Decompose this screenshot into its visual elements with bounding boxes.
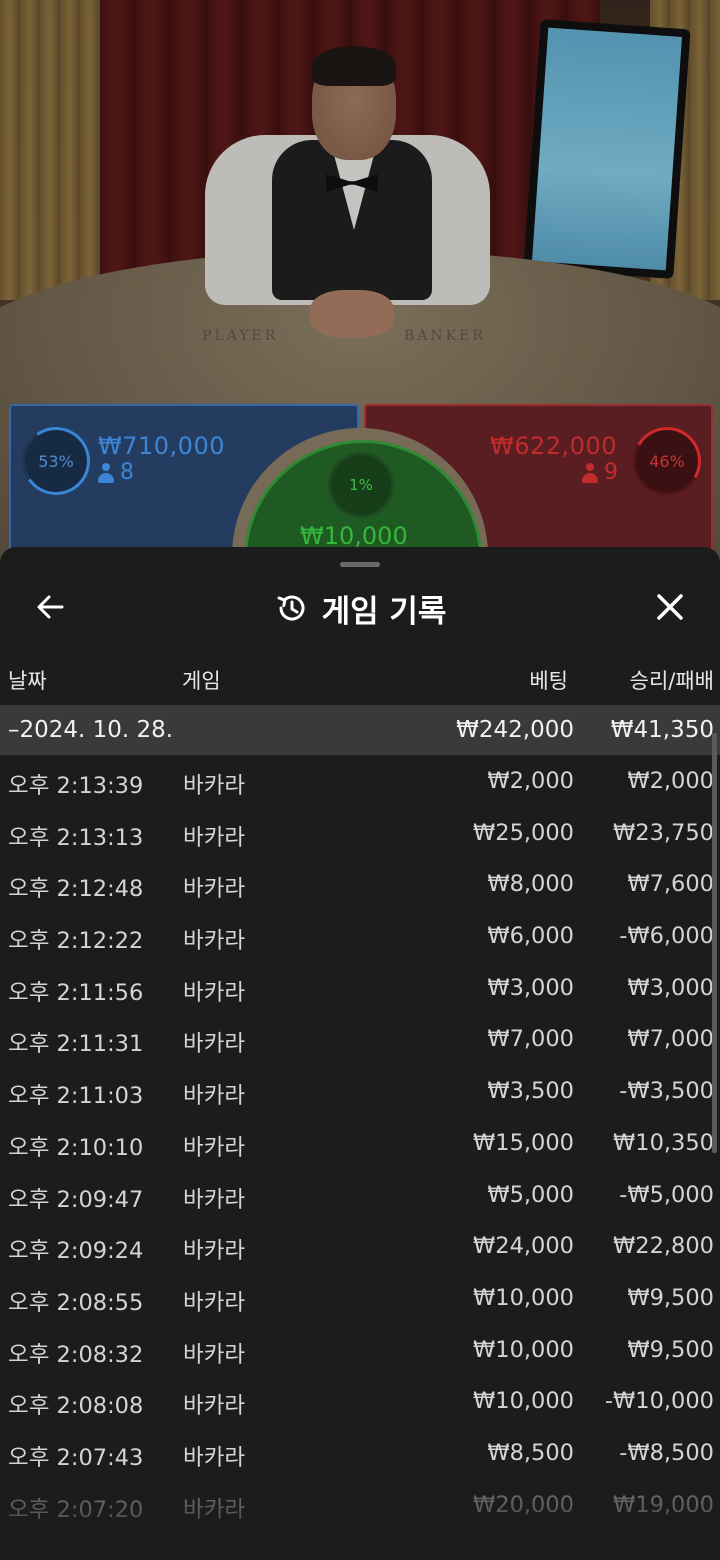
history-row[interactable]: 오후 2:13:39 바카라 ₩2,000 ₩2,000 xyxy=(0,755,720,807)
history-list: 오후 2:13:39 바카라 ₩2,000 ₩2,000 오후 2:13:13 바카라 ₩… xyxy=(0,755,720,1530)
history-row[interactable]: 오후 2:08:55 바카라 ₩10,000 ₩9,500 xyxy=(0,1272,720,1324)
history-row[interactable]: 오후 2:09:24 바카라 ₩24,000 ₩22,800 xyxy=(0,1220,720,1272)
banker-bettor-count: 9 xyxy=(582,460,618,485)
player-total-amount: ₩710,000 xyxy=(98,432,225,460)
history-row[interactable]: 오후 2:12:22 바카라 ₩6,000 -₩6,000 xyxy=(0,910,720,962)
date-group-date: –2024. 10. 28. xyxy=(8,717,174,743)
column-header-bet: 베팅 xyxy=(529,669,568,693)
history-row[interactable]: 오후 2:11:03 바카라 ₩3,500 -₩3,500 xyxy=(0,1065,720,1117)
close-button[interactable] xyxy=(648,585,692,629)
date-group-bet-total: ₩242,000 xyxy=(456,717,574,743)
tie-total-amount: ₩10,000 xyxy=(300,522,408,550)
history-icon xyxy=(277,595,305,621)
game-history-sheet: 게임 기록 날짜 게임 베팅 승리/패배 –2024. 10. 28. ₩242… xyxy=(0,547,720,1560)
history-row[interactable]: 오후 2:13:13 바카라 ₩25,000 ₩23,750 xyxy=(0,807,720,859)
person-icon xyxy=(98,462,114,483)
history-row[interactable]: 오후 2:11:56 바카라 ₩3,000 ₩3,000 xyxy=(0,962,720,1014)
history-row[interactable]: 오후 2:08:08 바카라 ₩10,000 -₩10,000 xyxy=(0,1375,720,1427)
history-row[interactable]: 오후 2:07:20 바카라 ₩20,000 ₩19,000 xyxy=(0,1479,720,1531)
history-row[interactable]: 오후 2:11:31 바카라 ₩7,000 ₩7,000 xyxy=(0,1013,720,1065)
history-row[interactable]: 오후 2:09:47 바카라 ₩5,000 -₩5,000 xyxy=(0,1169,720,1221)
banker-total-amount: ₩622,000 xyxy=(490,432,617,460)
close-icon xyxy=(657,594,683,620)
column-header-date: 날짜 xyxy=(8,669,47,693)
date-group-row[interactable]: –2024. 10. 28. ₩242,000 ₩41,350 xyxy=(0,705,720,755)
history-row[interactable]: 오후 2:12:48 바카라 ₩8,000 ₩7,600 xyxy=(0,858,720,910)
history-row[interactable]: 오후 2:08:32 바카라 ₩10,000 ₩9,500 xyxy=(0,1324,720,1376)
column-header-game: 게임 xyxy=(182,669,221,693)
player-bettor-count: 8 xyxy=(98,460,134,485)
column-header-win-loss: 승리/패배 xyxy=(629,669,714,693)
history-row[interactable]: 오후 2:07:43 바카라 ₩8,500 -₩8,500 xyxy=(0,1427,720,1479)
history-row[interactable]: 오후 2:10:10 바카라 ₩15,000 ₩10,350 xyxy=(0,1117,720,1169)
tie-percent-indicator: 1% xyxy=(328,452,394,518)
person-icon xyxy=(582,462,598,483)
page-title: 게임 기록 xyxy=(321,593,447,630)
sheet-drag-handle[interactable] xyxy=(340,562,380,567)
sheet-header: 게임 기록 xyxy=(0,583,720,633)
date-group-win-total: ₩41,350 xyxy=(610,717,714,743)
scrollbar[interactable] xyxy=(712,733,717,1153)
